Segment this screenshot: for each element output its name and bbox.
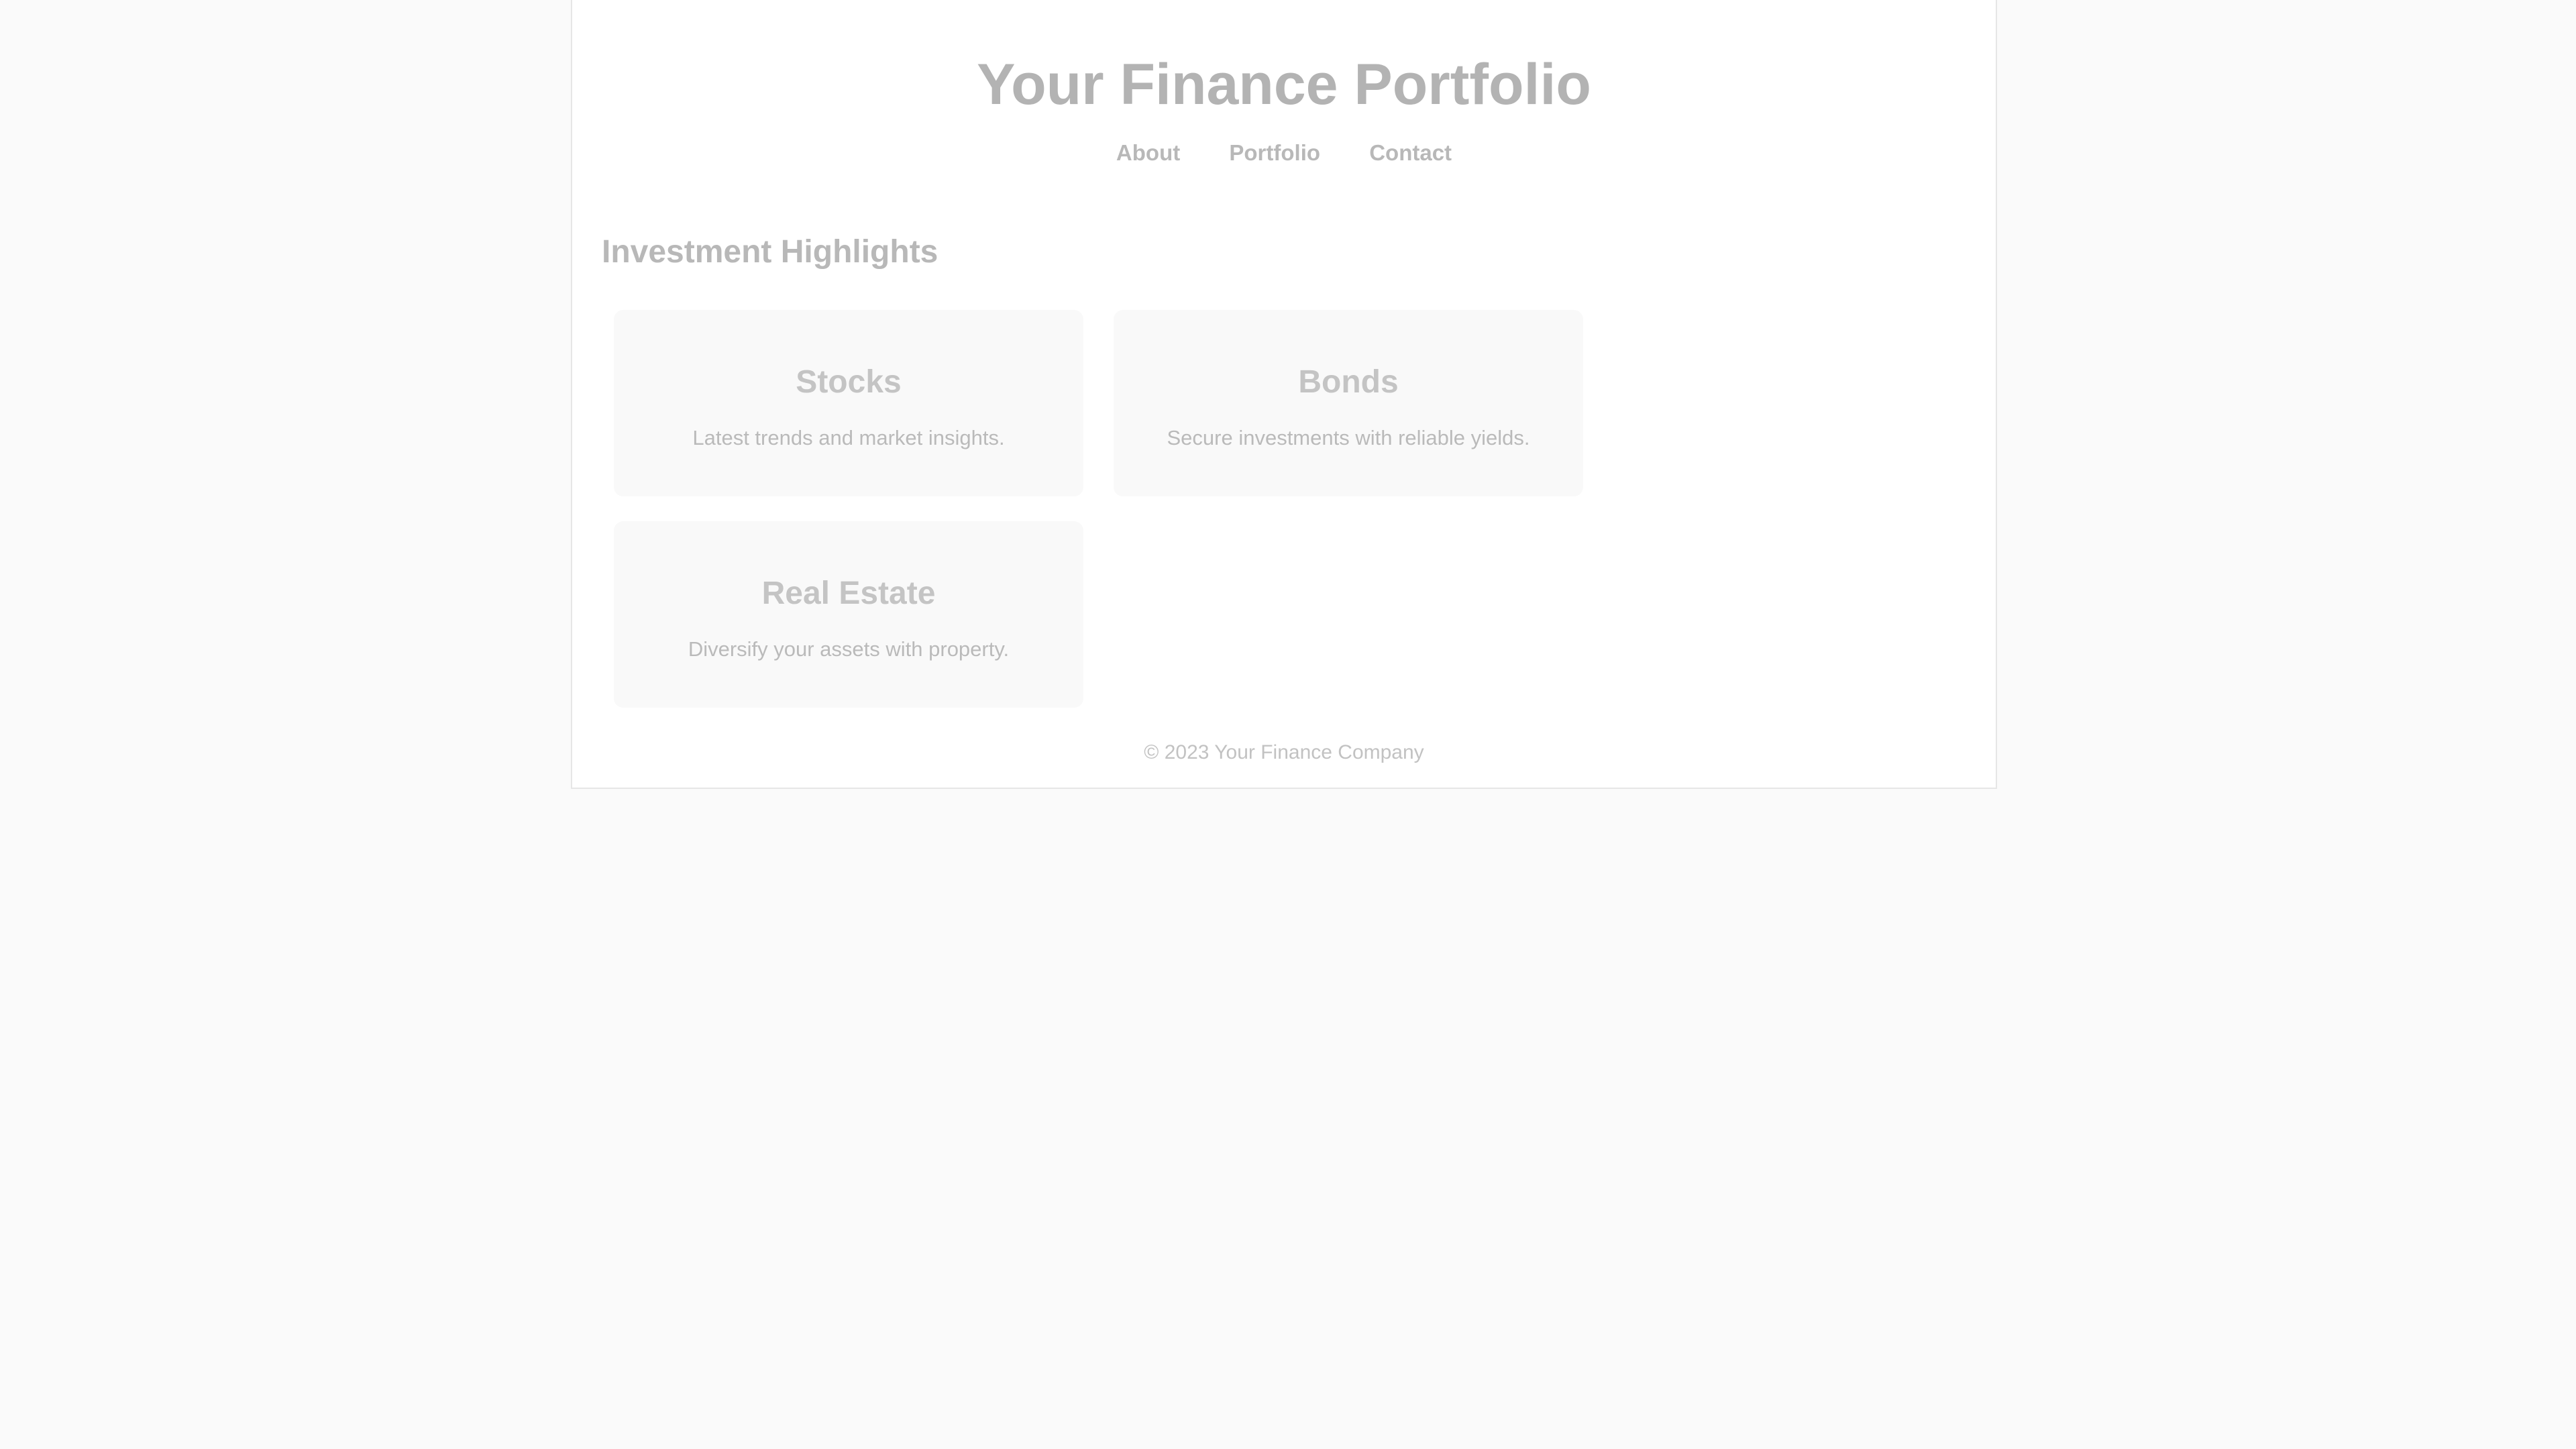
section-title: Investment Highlights (602, 234, 938, 270)
card-real-estate: Real Estate Diversify your assets with p… (614, 521, 1083, 708)
card-description: Secure investments with reliable yields. (1167, 426, 1530, 449)
card-bonds: Bonds Secure investments with reliable y… (1114, 310, 1583, 496)
page-container: Your Finance Portfolio About Portfolio C… (571, 0, 1997, 789)
card-description: Latest trends and market insights. (692, 426, 1005, 449)
main-nav: About Portfolio Contact (572, 140, 1996, 166)
footer-copyright: © 2023 Your Finance Company (1144, 741, 1424, 763)
nav-link-portfolio[interactable]: Portfolio (1229, 140, 1320, 166)
card-title: Bonds (1298, 364, 1399, 400)
nav-link-about[interactable]: About (1116, 140, 1180, 166)
nav-link-contact[interactable]: Contact (1369, 140, 1452, 166)
card-title: Real Estate (761, 576, 936, 611)
card-title: Stocks (796, 364, 902, 400)
site-title: Your Finance Portfolio (977, 52, 1591, 117)
card-stocks: Stocks Latest trends and market insights… (614, 310, 1083, 496)
card-description: Diversify your assets with property. (688, 637, 1010, 661)
